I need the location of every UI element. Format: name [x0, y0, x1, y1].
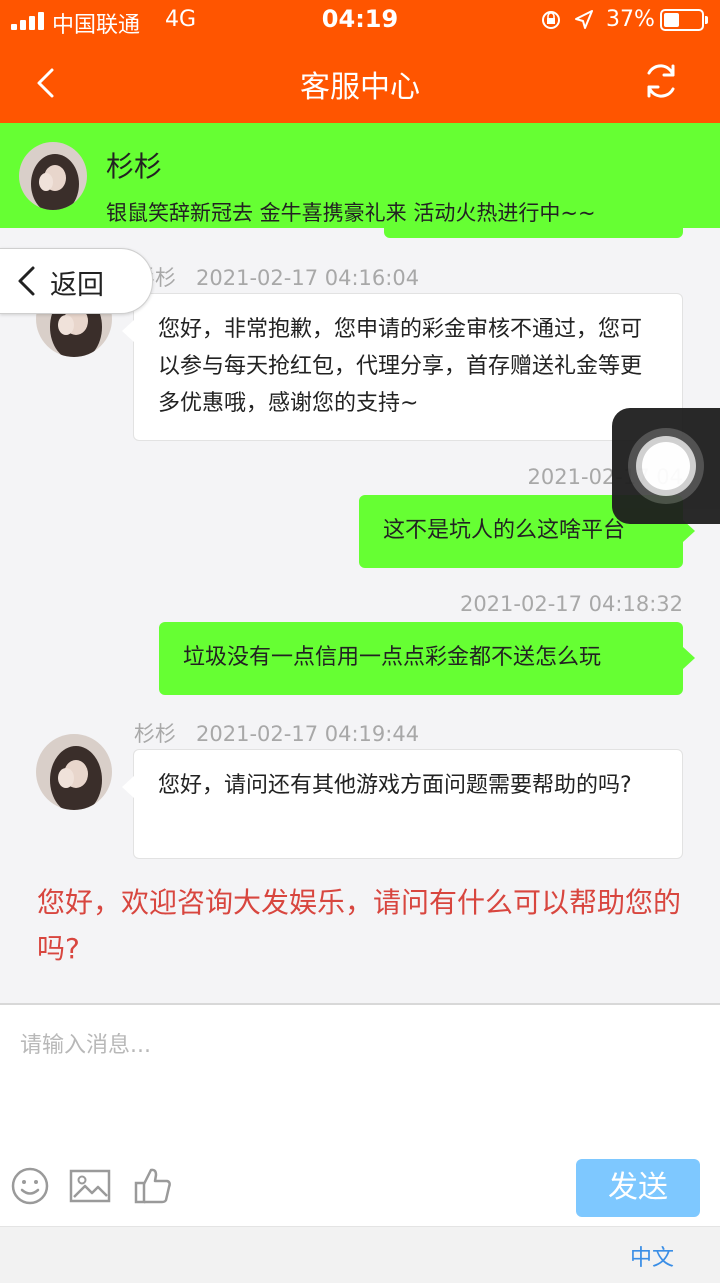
message-meta: 杉杉 2021-02-17 04:16:04 [134, 262, 419, 292]
rotation-lock-icon [542, 11, 560, 29]
send-button[interactable]: 发送 [576, 1159, 700, 1217]
message-time: 2021-02-17 04:16:04 [196, 266, 420, 290]
assistive-touch-button[interactable] [612, 408, 720, 524]
emoji-icon[interactable] [9, 1165, 51, 1207]
message-text: 您好，请问还有其他游戏方面问题需要帮助的吗? [158, 773, 632, 798]
message-text: 垃圾没有一点信用一点点彩金都不送怎么玩 [183, 645, 602, 670]
page-title: 客服中心 [300, 70, 420, 105]
message-time: 2021-02-17 04:18:32 [459, 592, 683, 616]
refresh-icon[interactable] [638, 58, 684, 104]
agent-name: 杉杉 [106, 150, 163, 183]
agent-message-bubble: 您好，非常抱歉，您申请的彩金审核不通过，您可以参与每天抢红包，代理分享，首存赠送… [122, 293, 683, 441]
language-toggle[interactable]: 中文 [630, 1240, 674, 1272]
message-composer: 发送 中文 [0, 1003, 720, 1283]
agent-avatar [19, 142, 87, 210]
composer-footer: 中文 [0, 1226, 720, 1283]
sender-name: 杉杉 [134, 722, 176, 746]
welcome-message: 您好，欢迎咨询大发娱乐，请问有什么可以帮助您的吗? [37, 886, 682, 965]
thumbs-up-icon[interactable] [132, 1165, 174, 1207]
agent-banner: 杉杉 银鼠笑辞新冠去 金牛喜携豪礼来 活动火热进行中~~ [0, 123, 720, 228]
status-bar: 中国联通 4G 04:19 37% [0, 0, 720, 40]
message-meta: 杉杉 2021-02-17 04:19:44 [134, 718, 419, 748]
message-input[interactable] [20, 1027, 580, 1127]
message-time: 2021-02-17 04:19:44 [196, 722, 420, 746]
agent-avatar [36, 734, 112, 810]
floating-back-label: 返回 [50, 270, 104, 301]
promo-marquee: 银鼠笑辞新冠去 金牛喜携豪礼来 活动火热进行中~~ [106, 201, 596, 225]
message-text: 这不是坑人的么这啥平台 [383, 518, 626, 543]
battery-icon [660, 9, 708, 31]
floating-back-button[interactable]: 返回 [0, 248, 153, 314]
battery-percent: 37% [606, 7, 655, 32]
user-message-bubble: 垃圾没有一点信用一点点彩金都不送怎么玩 [159, 622, 695, 695]
image-icon[interactable] [68, 1165, 112, 1207]
message-text: 您好，非常抱歉，您申请的彩金审核不通过，您可以参与每天抢红包，代理分享，首存赠送… [158, 317, 643, 416]
chevron-left-icon [18, 266, 35, 296]
location-icon [575, 10, 593, 29]
app-header: 客服中心 [0, 40, 720, 123]
agent-message-bubble: 您好，请问还有其他游戏方面问题需要帮助的吗? [122, 749, 683, 859]
